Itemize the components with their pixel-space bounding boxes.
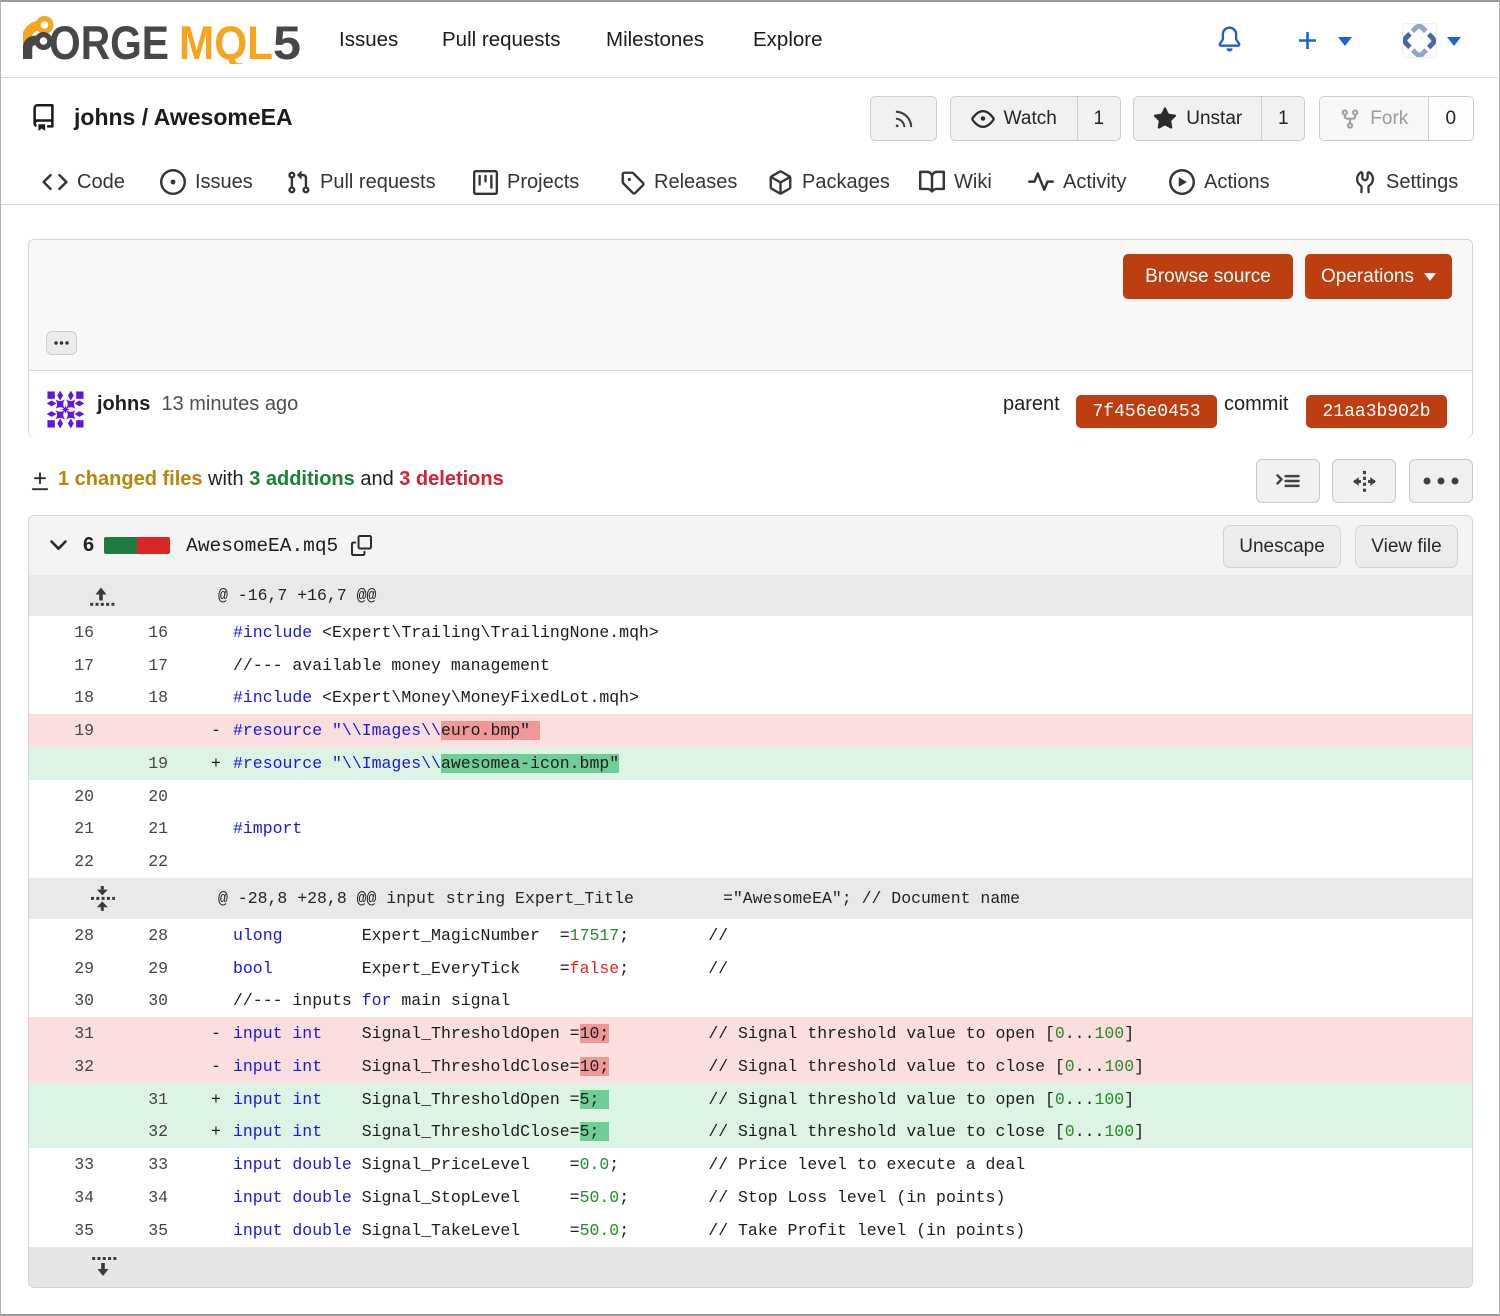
svg-text:MQL: MQL [179,16,273,64]
svg-text:5: 5 [273,16,301,64]
svg-text:ORGE: ORGE [49,16,169,64]
